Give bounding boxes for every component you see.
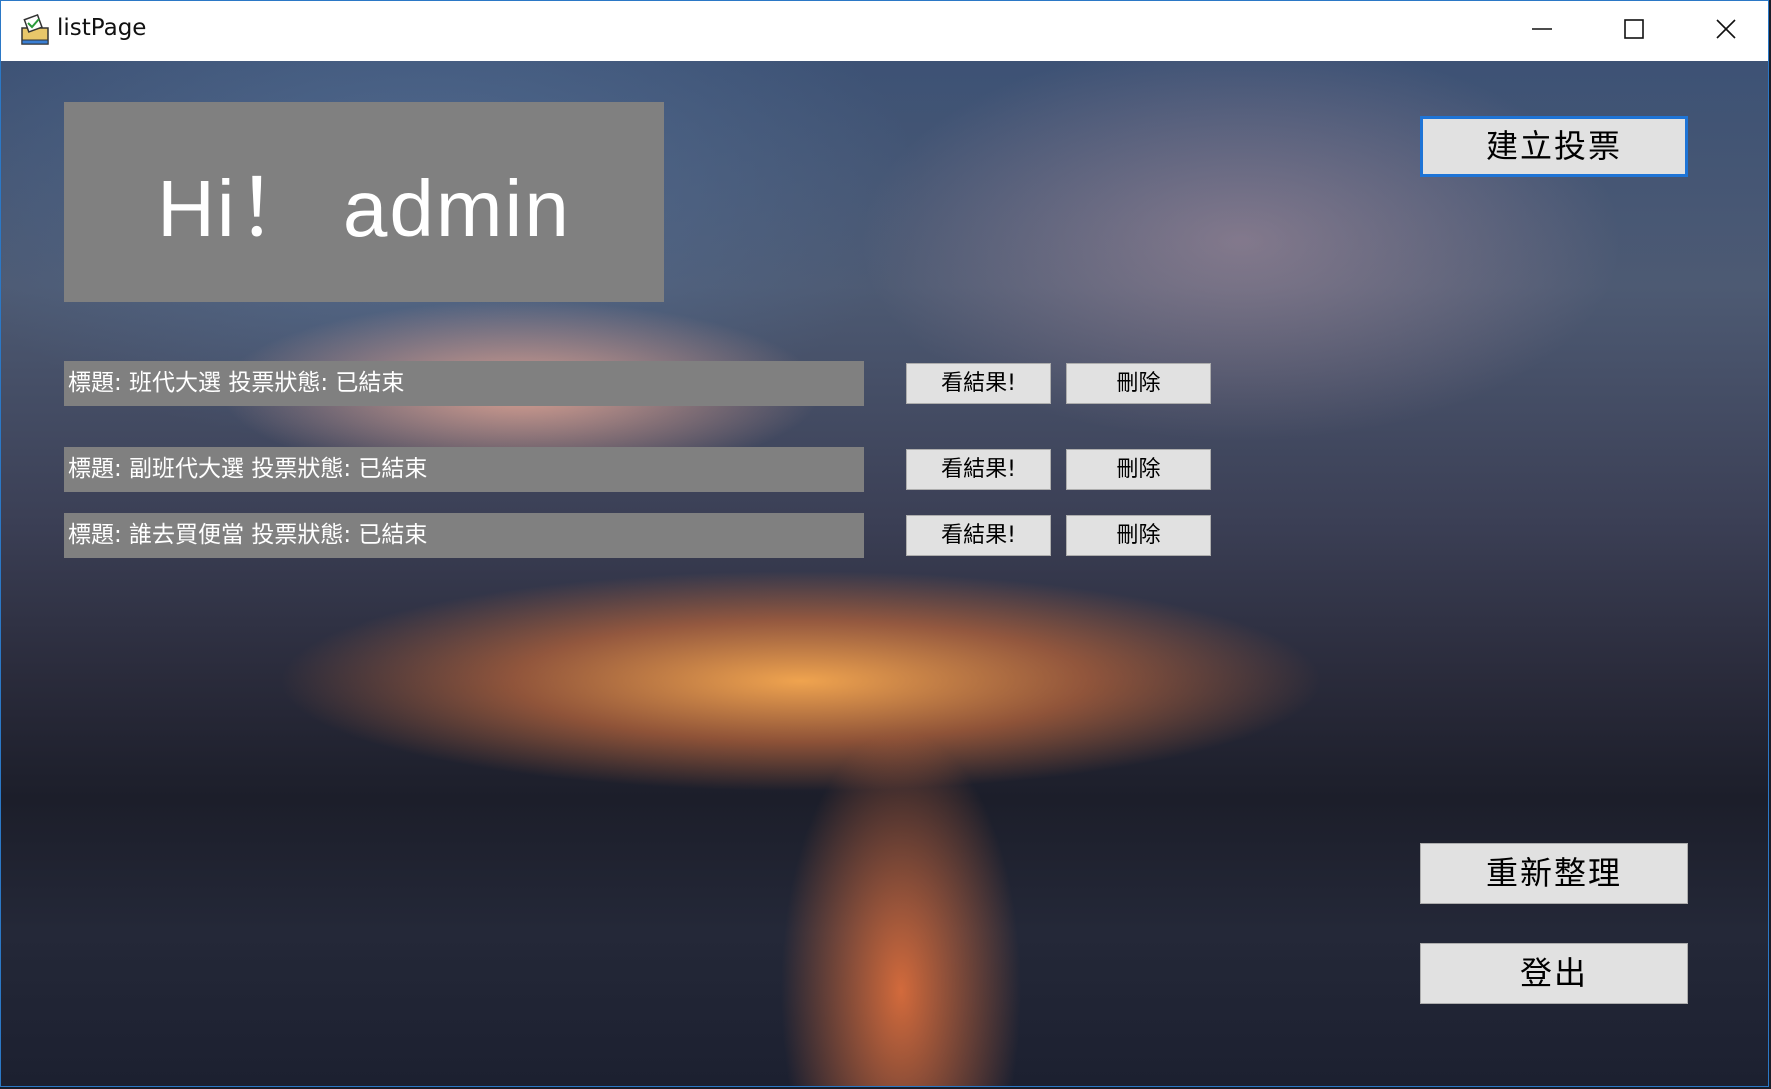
- vote-item-label: 標題: 副班代大選 投票狀態: 已結束: [64, 447, 864, 492]
- view-result-button[interactable]: 看結果!: [906, 515, 1051, 556]
- greeting-panel: Hi！ admin: [64, 102, 664, 302]
- maximize-button[interactable]: [1588, 1, 1680, 61]
- title-bar[interactable]: listPage: [1, 1, 1768, 61]
- close-button[interactable]: [1680, 1, 1768, 61]
- window-title: listPage: [57, 15, 147, 41]
- vote-item-label: 標題: 班代大選 投票狀態: 已結束: [64, 361, 864, 406]
- blurred-background: Hi！ admin 建立投票 標題: 班代大選 投票狀態: 已結束 看結果! 刪…: [1, 61, 1768, 1086]
- vote-item-label: 標題: 誰去買便當 投票狀態: 已結束: [64, 513, 864, 558]
- minimize-icon: [1532, 28, 1552, 30]
- delete-button[interactable]: 刪除: [1066, 363, 1211, 404]
- ballot-box-icon: [21, 14, 49, 45]
- view-result-button[interactable]: 看結果!: [906, 449, 1051, 490]
- delete-button[interactable]: 刪除: [1066, 515, 1211, 556]
- delete-button[interactable]: 刪除: [1066, 449, 1211, 490]
- app-window: listPage Hi！ admin 建立投票 標題: 班代大選 投票狀態: 已…: [0, 0, 1769, 1087]
- close-icon: [1716, 19, 1736, 39]
- view-result-button[interactable]: 看結果!: [906, 363, 1051, 404]
- minimize-button[interactable]: [1496, 1, 1588, 61]
- maximize-icon: [1624, 19, 1644, 39]
- logout-button[interactable]: 登出: [1420, 943, 1688, 1004]
- create-vote-button[interactable]: 建立投票: [1420, 116, 1688, 177]
- refresh-button[interactable]: 重新整理: [1420, 843, 1688, 904]
- greeting-text: Hi！ admin: [157, 164, 571, 253]
